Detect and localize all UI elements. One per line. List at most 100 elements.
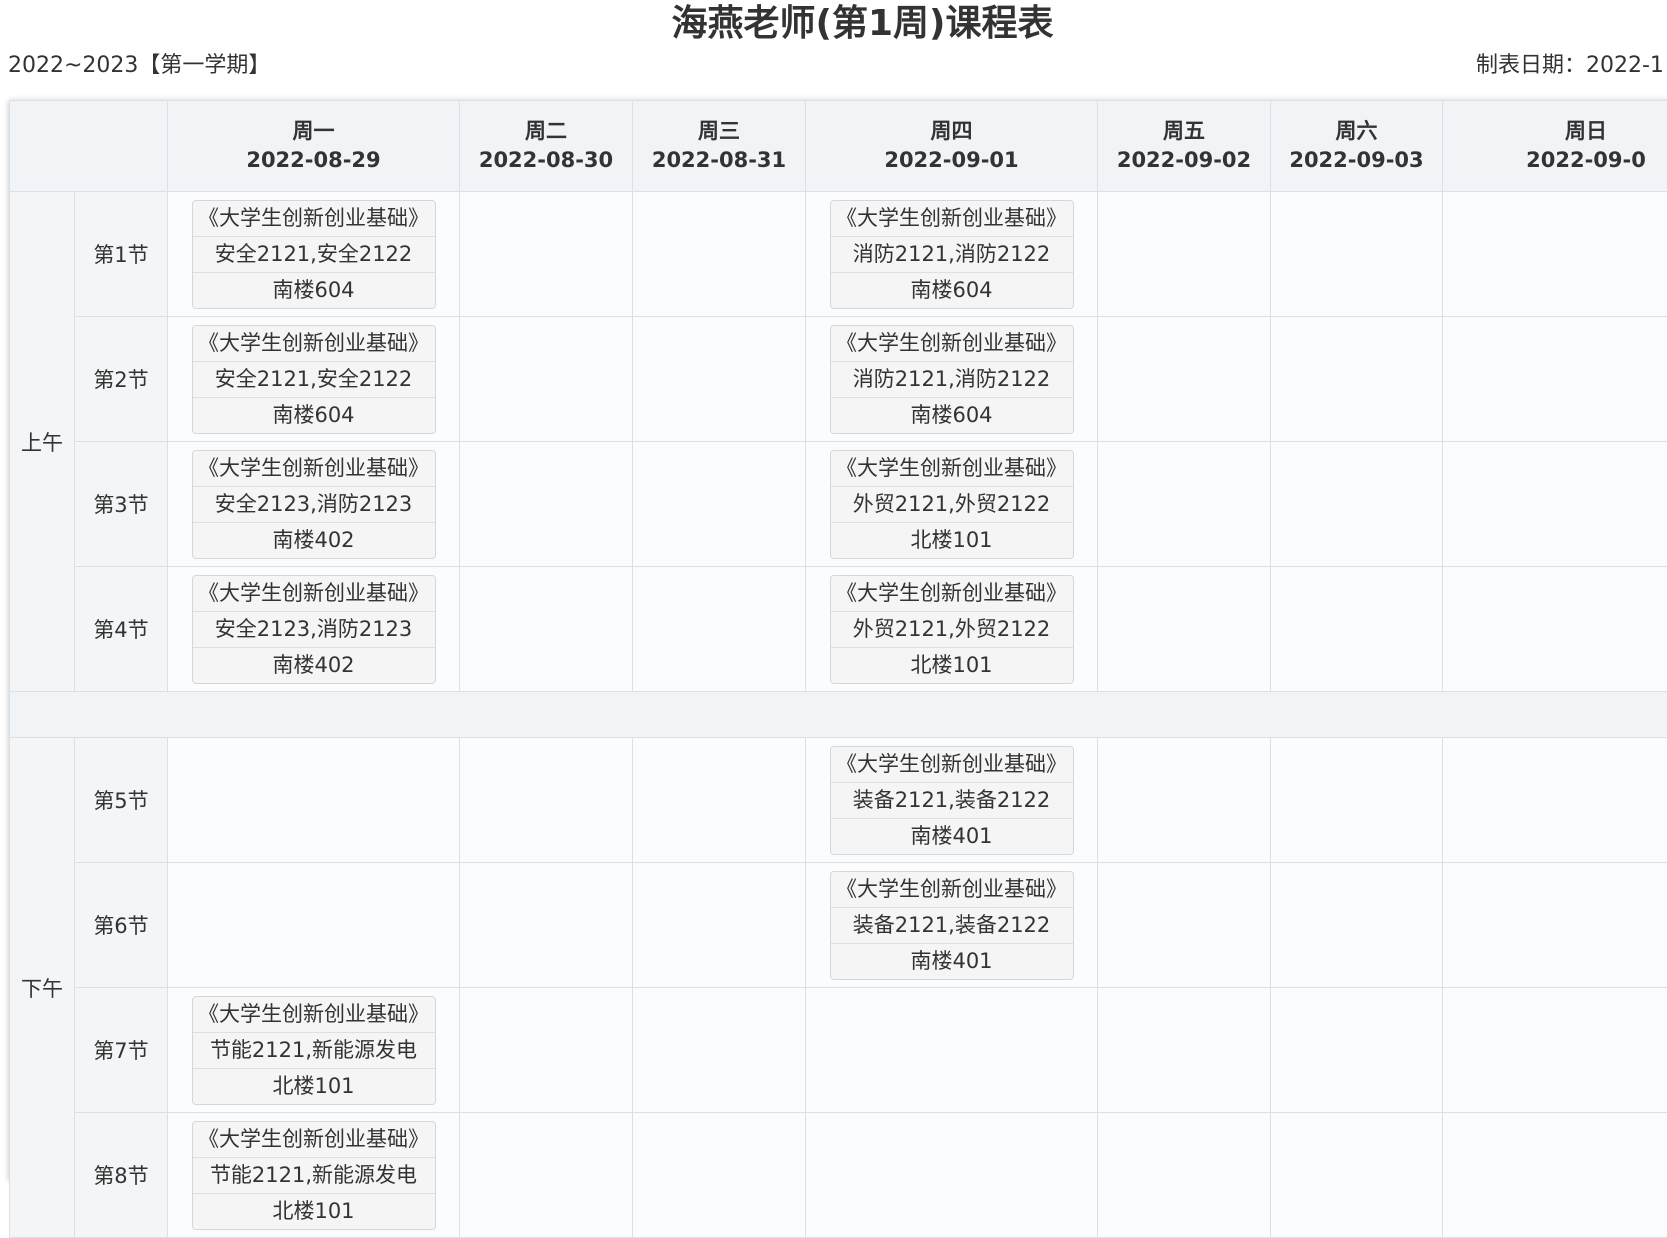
day-cell xyxy=(1271,317,1443,442)
course-classes: 消防2121,消防2122 xyxy=(831,237,1073,273)
course-room: 北楼101 xyxy=(193,1069,435,1104)
day-cell xyxy=(168,738,460,863)
day-cell xyxy=(806,988,1098,1113)
day-cell xyxy=(1443,1113,1667,1238)
course-card[interactable]: 《大学生创新创业基础》 安全2123,消防2123 南楼402 xyxy=(192,450,436,559)
day-cell xyxy=(1271,442,1443,567)
period-row: 第3节 《大学生创新创业基础》 安全2123,消防2123 南楼402 《大学生… xyxy=(10,442,1667,567)
course-card[interactable]: 《大学生创新创业基础》 装备2121,装备2122 南楼401 xyxy=(830,746,1074,855)
period-row: 第8节 《大学生创新创业基础》 节能2121,新能源发电 北楼101 xyxy=(10,1113,1667,1238)
day-header-sun: 周日2022-09-0 xyxy=(1443,101,1667,192)
period-label: 第1节 xyxy=(75,192,168,317)
course-name: 《大学生创新创业基础》 xyxy=(193,1122,435,1158)
course-name: 《大学生创新创业基础》 xyxy=(193,576,435,612)
morning-group-label: 上午 xyxy=(10,192,75,692)
day-cell: 《大学生创新创业基础》 消防2121,消防2122 南楼604 xyxy=(806,317,1098,442)
day-cell xyxy=(633,988,806,1113)
day-cell xyxy=(1098,567,1271,692)
course-card[interactable]: 《大学生创新创业基础》 节能2121,新能源发电 北楼101 xyxy=(192,996,436,1105)
course-name: 《大学生创新创业基础》 xyxy=(193,451,435,487)
day-cell xyxy=(460,863,633,988)
day-cell xyxy=(633,863,806,988)
period-label: 第2节 xyxy=(75,317,168,442)
day-header-thu: 周四2022-09-01 xyxy=(806,101,1098,192)
course-room: 南楼401 xyxy=(831,819,1073,854)
course-classes: 消防2121,消防2122 xyxy=(831,362,1073,398)
day-cell: 《大学生创新创业基础》 外贸2121,外贸2122 北楼101 xyxy=(806,567,1098,692)
day-cell: 《大学生创新创业基础》 安全2123,消防2123 南楼402 xyxy=(168,567,460,692)
course-name: 《大学生创新创业基础》 xyxy=(831,326,1073,362)
day-cell xyxy=(1098,442,1271,567)
day-cell xyxy=(460,442,633,567)
course-name: 《大学生创新创业基础》 xyxy=(193,997,435,1033)
course-card[interactable]: 《大学生创新创业基础》 外贸2121,外贸2122 北楼101 xyxy=(830,450,1074,559)
day-cell xyxy=(168,863,460,988)
day-cell xyxy=(1098,738,1271,863)
day-date: 2022-09-01 xyxy=(806,146,1097,175)
period-label: 第3节 xyxy=(75,442,168,567)
course-name: 《大学生创新创业基础》 xyxy=(831,201,1073,237)
day-name: 周一 xyxy=(168,117,459,146)
course-name: 《大学生创新创业基础》 xyxy=(831,451,1073,487)
day-cell xyxy=(1098,863,1271,988)
day-name: 周三 xyxy=(633,117,805,146)
day-cell xyxy=(806,1113,1098,1238)
day-name: 周四 xyxy=(806,117,1097,146)
term-label: 2022~2023【第一学期】 xyxy=(8,50,270,82)
day-cell xyxy=(1271,863,1443,988)
day-date: 2022-09-02 xyxy=(1098,146,1270,175)
period-label: 第8节 xyxy=(75,1113,168,1238)
day-cell: 《大学生创新创业基础》 节能2121,新能源发电 北楼101 xyxy=(168,988,460,1113)
day-cell xyxy=(633,567,806,692)
day-cell xyxy=(1098,1113,1271,1238)
day-cell xyxy=(1271,988,1443,1113)
day-cell xyxy=(460,317,633,442)
page-title: 海燕老师(第1周)课程表 xyxy=(0,0,1667,48)
day-date: 2022-09-0 xyxy=(1443,146,1667,175)
day-cell: 《大学生创新创业基础》 安全2123,消防2123 南楼402 xyxy=(168,442,460,567)
course-room: 北楼101 xyxy=(193,1194,435,1229)
course-room: 南楼402 xyxy=(193,523,435,558)
period-row: 第4节 《大学生创新创业基础》 安全2123,消防2123 南楼402 《大学生… xyxy=(10,567,1667,692)
day-cell xyxy=(1098,988,1271,1113)
course-card[interactable]: 《大学生创新创业基础》 外贸2121,外贸2122 北楼101 xyxy=(830,575,1074,684)
day-cell xyxy=(1443,317,1667,442)
day-cell xyxy=(460,738,633,863)
day-cell: 《大学生创新创业基础》 安全2121,安全2122 南楼604 xyxy=(168,192,460,317)
day-cell: 《大学生创新创业基础》 外贸2121,外贸2122 北楼101 xyxy=(806,442,1098,567)
day-cell xyxy=(633,738,806,863)
day-cell: 《大学生创新创业基础》 节能2121,新能源发电 北楼101 xyxy=(168,1113,460,1238)
course-card[interactable]: 《大学生创新创业基础》 安全2121,安全2122 南楼604 xyxy=(192,200,436,309)
day-cell xyxy=(633,442,806,567)
day-cell xyxy=(460,1113,633,1238)
course-room: 北楼101 xyxy=(831,523,1073,558)
day-cell xyxy=(1443,988,1667,1113)
afternoon-group-label: 下午 xyxy=(10,738,75,1238)
course-card[interactable]: 《大学生创新创业基础》 消防2121,消防2122 南楼604 xyxy=(830,200,1074,309)
course-card[interactable]: 《大学生创新创业基础》 装备2121,装备2122 南楼401 xyxy=(830,871,1074,980)
course-card[interactable]: 《大学生创新创业基础》 安全2123,消防2123 南楼402 xyxy=(192,575,436,684)
period-label: 第6节 xyxy=(75,863,168,988)
course-classes: 安全2121,安全2122 xyxy=(193,362,435,398)
course-card[interactable]: 《大学生创新创业基础》 消防2121,消防2122 南楼604 xyxy=(830,325,1074,434)
course-name: 《大学生创新创业基础》 xyxy=(193,326,435,362)
course-room: 南楼604 xyxy=(193,273,435,308)
course-card[interactable]: 《大学生创新创业基础》 节能2121,新能源发电 北楼101 xyxy=(192,1121,436,1230)
day-date: 2022-08-29 xyxy=(168,146,459,175)
day-cell xyxy=(460,988,633,1113)
day-cell xyxy=(1443,442,1667,567)
course-classes: 外贸2121,外贸2122 xyxy=(831,612,1073,648)
day-cell xyxy=(1271,1113,1443,1238)
day-cell xyxy=(1098,192,1271,317)
course-classes: 安全2121,安全2122 xyxy=(193,237,435,273)
period-row: 上午 第1节 《大学生创新创业基础》 安全2121,安全2122 南楼604 《… xyxy=(10,192,1667,317)
course-card[interactable]: 《大学生创新创业基础》 安全2121,安全2122 南楼604 xyxy=(192,325,436,434)
day-cell: 《大学生创新创业基础》 安全2121,安全2122 南楼604 xyxy=(168,317,460,442)
course-classes: 装备2121,装备2122 xyxy=(831,908,1073,944)
day-date: 2022-09-03 xyxy=(1271,146,1442,175)
day-cell xyxy=(1271,567,1443,692)
made-date-label: 制表日期：2022-1 xyxy=(1476,50,1664,82)
day-cell: 《大学生创新创业基础》 消防2121,消防2122 南楼604 xyxy=(806,192,1098,317)
day-cell: 《大学生创新创业基础》 装备2121,装备2122 南楼401 xyxy=(806,863,1098,988)
course-classes: 装备2121,装备2122 xyxy=(831,783,1073,819)
